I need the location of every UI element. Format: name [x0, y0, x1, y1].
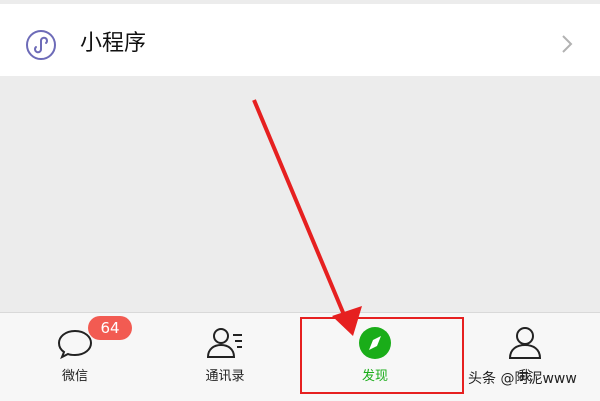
mini-program-icon — [26, 30, 56, 60]
tab-contacts-label: 通讯录 — [205, 369, 245, 384]
person-icon — [508, 327, 542, 359]
chevron-right-icon — [562, 35, 573, 53]
unread-badge: 64 — [88, 316, 132, 340]
watermark: 头条 @阿泥www — [468, 371, 577, 387]
contacts-icon — [206, 328, 242, 358]
tab-wechat-label: 微信 — [61, 369, 88, 384]
tab-wechat[interactable]: 64 微信 — [0, 313, 150, 401]
highlight-box — [300, 317, 464, 394]
mini-program-label: 小程序 — [80, 31, 147, 56]
mini-program-row[interactable]: 小程序 — [0, 4, 600, 76]
tab-contacts[interactable]: 通讯录 — [150, 313, 300, 401]
